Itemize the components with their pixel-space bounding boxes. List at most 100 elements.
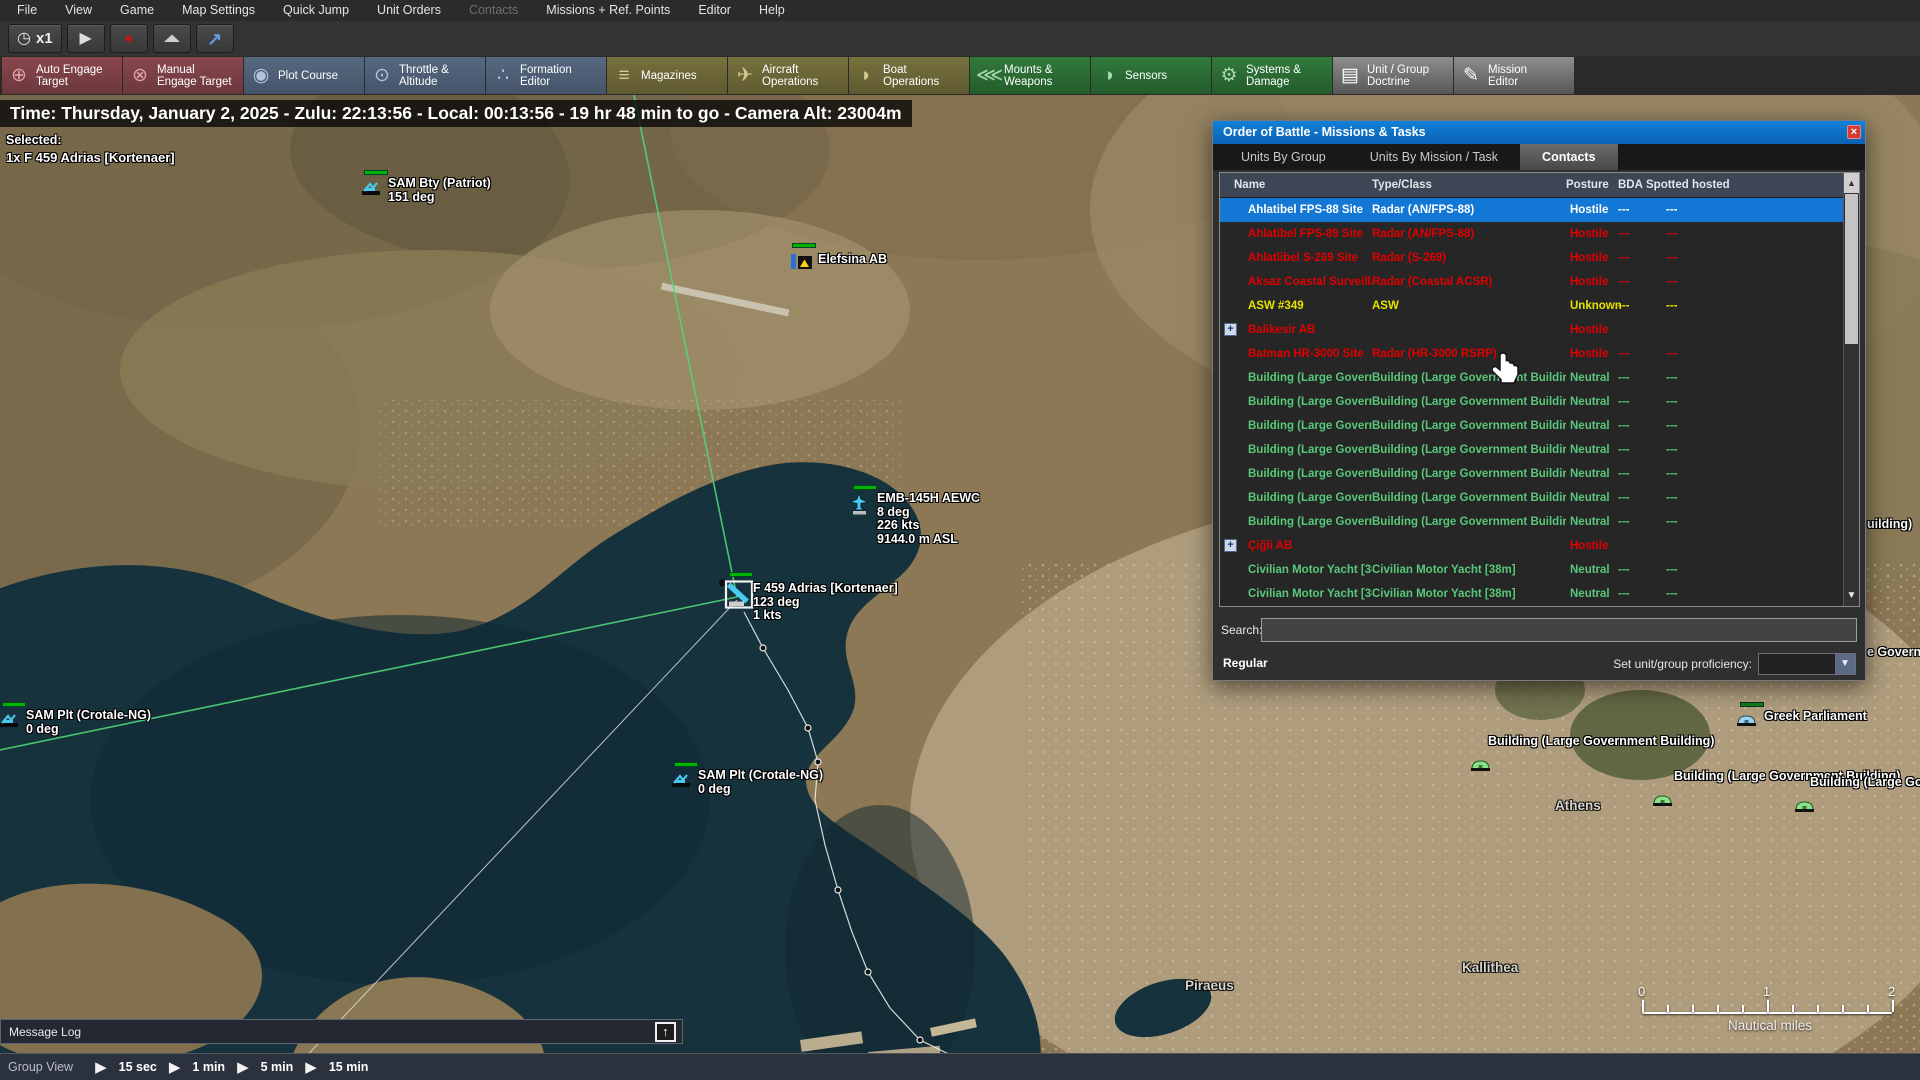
manual-engage-icon: ⊗ (132, 64, 148, 86)
proficiency-select[interactable]: ▼ (1758, 653, 1856, 675)
menu-item-view[interactable]: View (52, 0, 105, 21)
sam-icon (362, 179, 383, 201)
group-view-label[interactable]: Group View (8, 1060, 73, 1074)
table-row[interactable]: Building (Large Govern... Building (Large… (1220, 510, 1859, 534)
doctrine-button[interactable]: ▤ Unit / Group Doctrine (1333, 57, 1453, 94)
menu-item-game[interactable]: Game (107, 0, 167, 21)
cell-name: Ahlatibel FPS-89 Site (1248, 228, 1364, 240)
cell-bda: --- (1618, 252, 1630, 264)
menu-item-quick-jump[interactable]: Quick Jump (270, 0, 362, 21)
cell-bda: --- (1618, 276, 1630, 288)
table-row[interactable]: Batman HR-3000 Site Radar (HR-3000 RSRP) H… (1220, 342, 1859, 366)
mounts-weapons-button[interactable]: ⋘ Mounts & Weapons (970, 57, 1090, 94)
tab-units-by-mission-task[interactable]: Units By Mission / Task (1348, 144, 1520, 170)
formation-editor-button[interactable]: ∴ Formation Editor (486, 57, 606, 94)
column-header-posture[interactable]: Posture (1566, 179, 1618, 191)
scale-unit-label: Nautical miles (1727, 1018, 1813, 1033)
ribbon-button-label: Mission Editor (1488, 63, 1527, 88)
play-triangle-icon: ▶ (95, 1059, 107, 1076)
map-layers-button[interactable]: ▲ (152, 24, 191, 53)
clock-button[interactable]: ◷ x1 (8, 24, 62, 53)
menu-item-file[interactable]: File (4, 0, 50, 21)
record-button[interactable]: ● (109, 24, 148, 53)
menu-item-map-settings[interactable]: Map Settings (169, 0, 268, 21)
unit-label: Building (Large Government Building) (1810, 775, 1920, 789)
aircraft-operations-button[interactable]: ✈ Aircraft Operations (728, 57, 848, 94)
cell-spotted: --- (1666, 564, 1678, 576)
throttle-altitude-button[interactable]: ⊙ Throttle & Altitude (365, 57, 485, 94)
unit-label: SAM Plt (Crotale-NG) 0 deg (698, 768, 823, 796)
play-button[interactable]: ▶ (66, 24, 105, 53)
cell-bda: --- (1618, 348, 1630, 360)
sam-icon (0, 711, 21, 733)
cell-posture: Neutral (1570, 396, 1610, 408)
table-scrollbar[interactable]: ▲ ▼ (1843, 173, 1859, 606)
panel-title-bar[interactable]: Order of Battle - Missions & Tasks × (1213, 121, 1865, 144)
message-log-bar[interactable]: Message Log ↑ (0, 1019, 683, 1044)
time-step-1-min[interactable]: 1 min (192, 1060, 225, 1074)
column-header-name[interactable]: Name (1220, 179, 1372, 191)
column-header-spotted[interactable]: Spotted hosted (1646, 179, 1760, 191)
auto-engage-button[interactable]: ⊕ Auto Engage Target (2, 57, 122, 94)
table-row[interactable]: + Balikesir AB Hostile (1220, 318, 1859, 342)
cell-bda: --- (1618, 228, 1630, 240)
cell-spotted: --- (1666, 372, 1678, 384)
table-row[interactable]: Building (Large Govern... Building (Large… (1220, 486, 1859, 510)
table-row[interactable]: Building (Large Govern... Building (Large… (1220, 438, 1859, 462)
table-row[interactable]: Aksaz Coastal Surveillan...Radar (Coasta… (1220, 270, 1859, 294)
menu-item-missions-ref-points[interactable]: Missions + Ref. Points (533, 0, 683, 21)
menu-item-unit-orders[interactable]: Unit Orders (364, 0, 454, 21)
column-header-bda[interactable]: BDA (1618, 179, 1646, 191)
table-row[interactable]: Building (Large Govern... Building (Large… (1220, 414, 1859, 438)
menu-item-editor[interactable]: Editor (685, 0, 744, 21)
table-row[interactable]: Building (Large Govern... Building (Large… (1220, 390, 1859, 414)
boat-operations-button[interactable]: ◗ Boat Operations (849, 57, 969, 94)
column-header-type[interactable]: Type/Class (1372, 179, 1566, 191)
ribbon-button-label: Throttle & Altitude (399, 63, 449, 88)
table-row[interactable]: Civilian Motor Yacht [38m]Civilian Motor… (1220, 582, 1859, 606)
search-input[interactable] (1261, 618, 1857, 642)
cell-spotted: --- (1666, 204, 1678, 216)
table-row[interactable]: Building (Large Govern... Building (Large… (1220, 366, 1859, 390)
time-step-5-min[interactable]: 5 min (261, 1060, 294, 1074)
expand-icon[interactable]: + (1224, 539, 1237, 552)
jump-arrow-button[interactable]: ↗ (195, 24, 234, 53)
cell-posture: Hostile (1570, 324, 1609, 336)
scroll-thumb[interactable] (1845, 194, 1858, 344)
expand-up-icon[interactable]: ↑ (655, 1022, 676, 1042)
table-header: Name Type/Class Posture BDA Spotted host… (1220, 173, 1859, 198)
mission-editor-button[interactable]: ✎ Mission Editor (1454, 57, 1574, 94)
plot-course-icon: ◉ (252, 64, 270, 86)
plot-course-button[interactable]: ◉ Plot Course (244, 57, 364, 94)
table-row[interactable]: + Çiğli AB Hostile (1220, 534, 1859, 558)
time-step-15-min[interactable]: 15 min (329, 1060, 369, 1074)
time-step-15-sec[interactable]: 15 sec (119, 1060, 157, 1074)
cell-name: Çiğli AB (1248, 540, 1293, 552)
unit-label: SAM Plt (Crotale-NG) 0 deg (26, 708, 151, 736)
chevron-down-icon[interactable]: ▼ (1835, 654, 1855, 674)
close-icon[interactable]: × (1847, 125, 1861, 139)
scroll-down-icon[interactable]: ▼ (1844, 588, 1859, 604)
sim-control-toolbar: ◷ x1 ▶ ● ▲ ↗ (0, 21, 1920, 56)
table-row[interactable]: ASW #349 ASW Unknown --- --- (1220, 294, 1859, 318)
tab-units-by-group[interactable]: Units By Group (1219, 144, 1348, 170)
scale-tick (1867, 1005, 1869, 1012)
magazines-button[interactable]: ≡ Magazines (607, 57, 727, 94)
scroll-up-icon[interactable]: ▲ (1844, 173, 1859, 193)
sensors-button[interactable]: ◑ Sensors (1091, 57, 1211, 94)
table-row[interactable]: Ahlatibel FPS-89 Site Radar (AN/FPS-88) Ho… (1220, 222, 1859, 246)
table-row[interactable]: Ahlatibel FPS-88 Site Radar (AN/FPS-88) Ho… (1220, 198, 1859, 222)
systems-damage-button[interactable]: ⚙ Systems & Damage (1212, 57, 1332, 94)
tab-contacts[interactable]: Contacts (1520, 144, 1618, 170)
cell-name: Ahlatlibel S-269 Site (1248, 252, 1358, 264)
expand-icon[interactable]: + (1224, 323, 1237, 336)
manual-engage-button[interactable]: ⊗ Manual Engage Target (123, 57, 243, 94)
table-row[interactable]: Civilian Motor Yacht [38m]Civilian Motor… (1220, 558, 1859, 582)
cell-name: Building (Large Govern... (1248, 468, 1372, 480)
table-row[interactable]: Building (Large Govern... Building (Large… (1220, 462, 1859, 486)
menu-item-help[interactable]: Help (746, 0, 798, 21)
unit-label: Elefsina AB (818, 252, 888, 266)
aircraft-icon (848, 491, 871, 520)
scale-tick (1817, 1005, 1819, 1012)
table-row[interactable]: Ahlatlibel S-269 Site Radar (S-269) Hostil… (1220, 246, 1859, 270)
